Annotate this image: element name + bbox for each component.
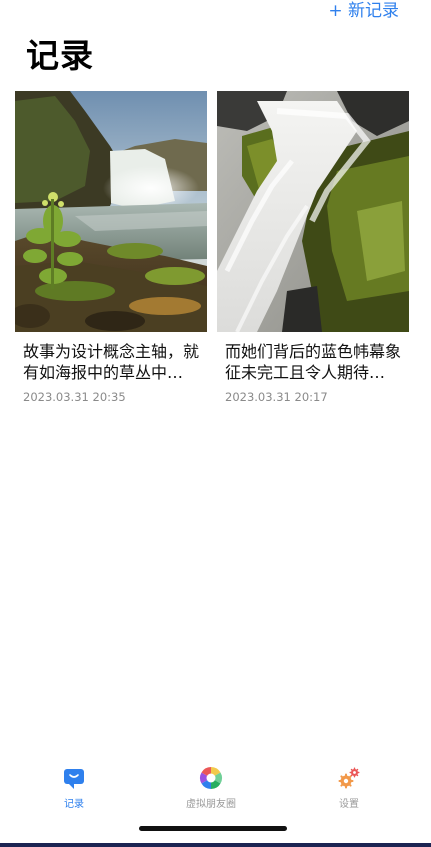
tab-records[interactable]: 记录 bbox=[14, 766, 134, 810]
record-timestamp: 2023.03.31 20:35 bbox=[23, 390, 126, 404]
tab-label: 记录 bbox=[64, 799, 84, 810]
gear-icon bbox=[338, 767, 360, 789]
record-title: 而她们背后的蓝色帏幕象征未完工且令人期待的未来 bbox=[225, 342, 401, 382]
new-record-button[interactable]: + 新记录 bbox=[328, 0, 399, 22]
record-thumbnail bbox=[217, 91, 409, 332]
bottom-edge bbox=[0, 843, 431, 847]
record-timestamp: 2023.03.31 20:17 bbox=[225, 390, 328, 404]
home-indicator[interactable] bbox=[139, 826, 287, 831]
tab-moments[interactable]: 虚拟朋友圈 bbox=[151, 766, 271, 810]
waterfall-closeup-image bbox=[217, 91, 409, 332]
waterfall-landscape-image bbox=[15, 91, 207, 332]
record-card[interactable]: 而她们背后的蓝色帏幕象征未完工且令人期待的未来 2023.03.31 20:17 bbox=[217, 91, 409, 404]
tab-settings[interactable]: 设置 bbox=[289, 766, 409, 810]
page-title: 记录 bbox=[26, 36, 94, 75]
record-title: 故事为设计概念主轴，就有如海报中的草丛中的小花 bbox=[23, 342, 199, 382]
top-bar: + 新记录 bbox=[0, 0, 431, 26]
message-icon bbox=[64, 769, 84, 789]
aperture-icon bbox=[200, 767, 222, 789]
tab-label: 虚拟朋友圈 bbox=[186, 799, 236, 810]
record-card[interactable]: 故事为设计概念主轴，就有如海报中的草丛中的小花 2023.03.31 20:35 bbox=[15, 91, 207, 404]
tab-label: 设置 bbox=[339, 799, 359, 810]
record-thumbnail bbox=[15, 91, 207, 332]
tab-bar: 记录 虚拟朋友圈 设置 bbox=[0, 762, 431, 822]
